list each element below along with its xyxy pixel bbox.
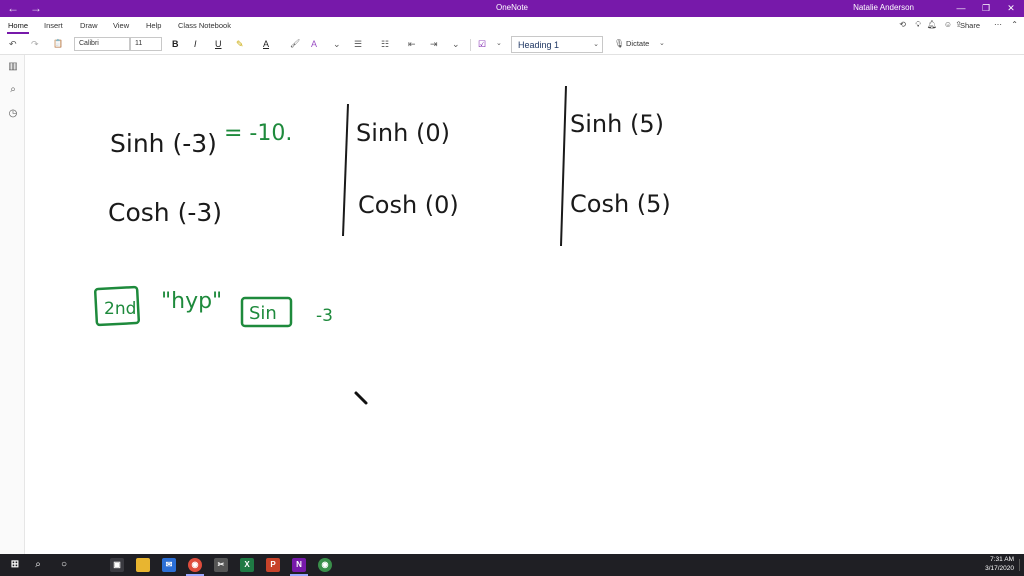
ink-sinh-5: Sinh (5) bbox=[570, 110, 664, 138]
mail-icon[interactable]: ✉ bbox=[162, 558, 176, 572]
more-formatting-icon[interactable]: ⌄ bbox=[333, 38, 341, 50]
more-paragraph-icon[interactable]: ⌄ bbox=[452, 38, 460, 50]
font-size-field[interactable]: 11 bbox=[130, 37, 162, 51]
ink-cosh-0: Cosh (0) bbox=[358, 191, 459, 219]
tab-home[interactable]: Home bbox=[6, 21, 30, 34]
snipping-tool-icon[interactable]: ✂ bbox=[214, 558, 228, 572]
todo-tag-icon[interactable]: ☑ bbox=[478, 38, 486, 50]
ink-sinh-result: = -10. bbox=[224, 121, 292, 146]
ink-sinh-neg3: Sinh (-3) bbox=[110, 129, 217, 158]
ribbon-toolbar: ↶ ↷ 📋 Calibri 11 B I U ✎ A 🖌 A ⌄ ☰ ☷ ⇤ ⇥… bbox=[0, 34, 1024, 55]
show-desktop-button[interactable] bbox=[1019, 559, 1023, 571]
chrome-profile-icon[interactable]: ◉ bbox=[318, 558, 332, 572]
cortana-icon[interactable]: ○ bbox=[57, 558, 71, 572]
minimize-icon[interactable]: — bbox=[950, 1, 972, 15]
numbering-icon[interactable]: ☷ bbox=[381, 38, 389, 50]
sync-icon[interactable]: ⟲ bbox=[899, 20, 906, 29]
format-painter-icon[interactable]: 🖌 bbox=[290, 38, 300, 50]
page-canvas[interactable]: Sinh (-3) = -10. Cosh (-3) Sinh (0) Cosh… bbox=[26, 56, 1024, 554]
underline-button[interactable]: U bbox=[215, 38, 222, 50]
clock-date: 3/17/2020 bbox=[985, 564, 1014, 572]
chrome-icon[interactable]: ◉ bbox=[186, 558, 204, 576]
file-explorer-icon[interactable] bbox=[136, 558, 150, 572]
ink-cosh-5: Cosh (5) bbox=[570, 190, 671, 218]
store-icon[interactable]: ▣ bbox=[110, 558, 124, 572]
search-icon[interactable]: ⌕ bbox=[31, 558, 45, 572]
tab-view[interactable]: View bbox=[113, 21, 129, 30]
close-icon[interactable]: ✕ bbox=[1000, 1, 1022, 15]
search-icon[interactable]: ⌕ bbox=[6, 84, 20, 95]
excel-icon[interactable]: X bbox=[240, 558, 254, 572]
tab-class-notebook[interactable]: Class Notebook bbox=[178, 21, 231, 30]
divider-line-1 bbox=[342, 103, 349, 237]
restore-icon[interactable]: ❐ bbox=[975, 1, 997, 15]
ink-layer: Sinh (-3) = -10. Cosh (-3) Sinh (0) Cosh… bbox=[93, 85, 671, 405]
powerpoint-icon[interactable]: P bbox=[266, 558, 280, 572]
tag-dropdown-icon[interactable]: ⌄ bbox=[496, 38, 502, 50]
pen-cursor-icon bbox=[354, 391, 368, 405]
font-name-field[interactable]: Calibri bbox=[74, 37, 130, 51]
divider-line-2 bbox=[560, 85, 567, 247]
clear-formatting-icon[interactable]: A bbox=[311, 38, 317, 50]
ribbon-tabs: Home Insert Draw View Help Class Noteboo… bbox=[0, 17, 1024, 34]
bell-icon[interactable]: 🔔︎ bbox=[927, 20, 937, 29]
tab-insert[interactable]: Insert bbox=[44, 21, 63, 30]
collapse-ribbon-icon[interactable]: ⌃ bbox=[1011, 20, 1018, 29]
notebooks-icon[interactable]: ▥ bbox=[6, 61, 20, 72]
ink-neg3: -3 bbox=[316, 306, 333, 326]
onenote-icon[interactable]: N bbox=[290, 558, 308, 576]
outdent-icon[interactable]: ⇤ bbox=[408, 38, 416, 50]
ink-sinh-0: Sinh (0) bbox=[356, 119, 450, 147]
indent-icon[interactable]: ⇥ bbox=[430, 38, 438, 50]
style-dropdown[interactable]: Heading 1 ⌄ bbox=[511, 36, 603, 53]
style-value: Heading 1 bbox=[518, 40, 560, 50]
ink-cosh-neg3: Cosh (-3) bbox=[108, 198, 222, 227]
person-icon[interactable]: ☺ bbox=[944, 20, 952, 29]
ink-hyp: "hyp" bbox=[161, 289, 222, 314]
more-options-icon[interactable]: ⋯ bbox=[994, 20, 1002, 29]
recent-icon[interactable]: ◷ bbox=[6, 108, 20, 119]
microphone-icon[interactable]: 🎙︎ bbox=[614, 38, 624, 50]
toolbar-divider bbox=[470, 39, 471, 51]
dictate-button[interactable]: Dictate bbox=[626, 39, 649, 48]
bold-button[interactable]: B bbox=[172, 38, 179, 50]
dictate-dropdown-icon[interactable]: ⌄ bbox=[659, 38, 665, 50]
navigation-rail: ▥ ⌕ ◷ bbox=[0, 55, 25, 554]
share-button[interactable]: Share bbox=[960, 21, 980, 30]
user-name[interactable]: Natalie Anderson bbox=[853, 3, 914, 12]
windows-start-icon[interactable]: ⊞ bbox=[8, 558, 22, 572]
tab-help[interactable]: Help bbox=[146, 21, 161, 30]
bullets-icon[interactable]: ☰ bbox=[354, 38, 362, 50]
windows-taskbar: ⊞ ⌕ ○ ▣ ✉ ◉ ✂ X P N ◉ 7:31 AM 3/17/2020 bbox=[0, 554, 1024, 576]
font-color-icon[interactable]: A bbox=[263, 38, 269, 50]
tab-draw[interactable]: Draw bbox=[80, 21, 98, 30]
italic-button[interactable]: I bbox=[194, 38, 197, 50]
clock-time: 7:31 AM bbox=[990, 556, 1014, 563]
title-bar: ← → OneNote Natalie Anderson — ❐ ✕ bbox=[0, 0, 1024, 17]
undo-icon[interactable]: ↶ bbox=[9, 38, 17, 50]
lightbulb-icon[interactable]: 💡︎ bbox=[915, 20, 921, 30]
redo-icon[interactable]: ↷ bbox=[31, 38, 39, 50]
highlight-icon[interactable]: ✎ bbox=[236, 38, 244, 50]
chevron-down-icon: ⌄ bbox=[593, 41, 599, 48]
ink-key-2nd: 2nd bbox=[104, 299, 136, 319]
clipboard-icon[interactable]: 📋 bbox=[53, 38, 63, 50]
ink-key-sin: Sin bbox=[249, 303, 277, 324]
taskbar-clock[interactable]: 7:31 AM 3/17/2020 bbox=[985, 556, 1014, 573]
